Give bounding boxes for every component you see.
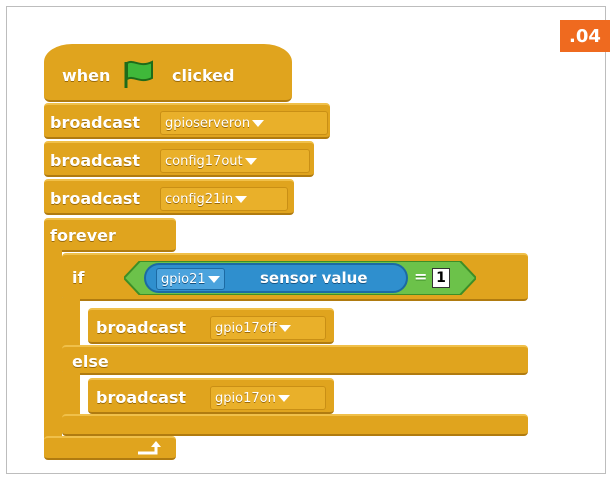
broadcast-label: broadcast	[50, 113, 141, 132]
if-header: if gpio21 sensor value = 1	[62, 253, 528, 301]
when-flag-clicked-block[interactable]: when clicked	[44, 44, 292, 102]
else-label: else	[72, 352, 109, 371]
if-arm	[62, 298, 80, 350]
broadcast-label: broadcast	[50, 151, 141, 170]
broadcast-block[interactable]: broadcast gpio17off	[88, 308, 334, 344]
message-label: gpioserveron	[165, 115, 251, 131]
chevron-down-icon	[278, 324, 291, 332]
when-label: when	[62, 66, 111, 85]
broadcast-block[interactable]: broadcast config17out	[44, 141, 314, 177]
step-badge: .04	[560, 20, 610, 52]
message-label: config17out	[165, 153, 243, 169]
broadcast-message-dropdown[interactable]: config21in	[160, 187, 288, 211]
broadcast-block[interactable]: broadcast gpioserveron	[44, 103, 330, 139]
chevron-down-icon	[244, 157, 257, 165]
sensor-value-label: sensor value	[260, 269, 368, 287]
forever-footer	[44, 436, 176, 460]
broadcast-block[interactable]: broadcast gpio17on	[88, 378, 334, 414]
chevron-down-icon	[277, 394, 290, 402]
sensor-dropdown[interactable]: gpio21	[156, 268, 225, 290]
broadcast-message-dropdown[interactable]: config17out	[160, 149, 310, 173]
chevron-down-icon	[252, 119, 265, 127]
forever-header: forever	[44, 218, 176, 252]
else-header: else	[62, 345, 528, 375]
message-label: config21in	[165, 191, 234, 207]
chevron-down-icon	[235, 195, 248, 203]
broadcast-label: broadcast	[96, 318, 187, 337]
equals-operator[interactable]: gpio21 sensor value = 1	[124, 261, 476, 295]
broadcast-message-dropdown[interactable]: gpio17off	[210, 316, 326, 340]
forever-arm	[44, 248, 62, 442]
compare-value-input[interactable]: 1	[432, 268, 450, 288]
chevron-down-icon	[207, 275, 220, 283]
else-arm	[62, 372, 80, 418]
message-label: gpio17off	[215, 320, 277, 336]
loop-arrow-icon	[138, 441, 161, 455]
broadcast-label: broadcast	[96, 388, 187, 407]
broadcast-label: broadcast	[50, 189, 141, 208]
if-label: if	[72, 268, 85, 287]
sensor-value-reporter[interactable]: gpio21 sensor value	[144, 263, 408, 293]
sensor-name: gpio21	[161, 271, 206, 287]
broadcast-message-dropdown[interactable]: gpio17on	[210, 386, 326, 410]
green-flag-icon	[124, 60, 153, 88]
message-label: gpio17on	[215, 390, 276, 406]
forever-label: forever	[50, 226, 116, 245]
equals-sign: =	[414, 267, 428, 286]
if-else-footer	[62, 414, 528, 436]
broadcast-message-dropdown[interactable]: gpioserveron	[160, 111, 328, 135]
broadcast-block[interactable]: broadcast config21in	[44, 179, 294, 215]
clicked-label: clicked	[172, 66, 235, 85]
